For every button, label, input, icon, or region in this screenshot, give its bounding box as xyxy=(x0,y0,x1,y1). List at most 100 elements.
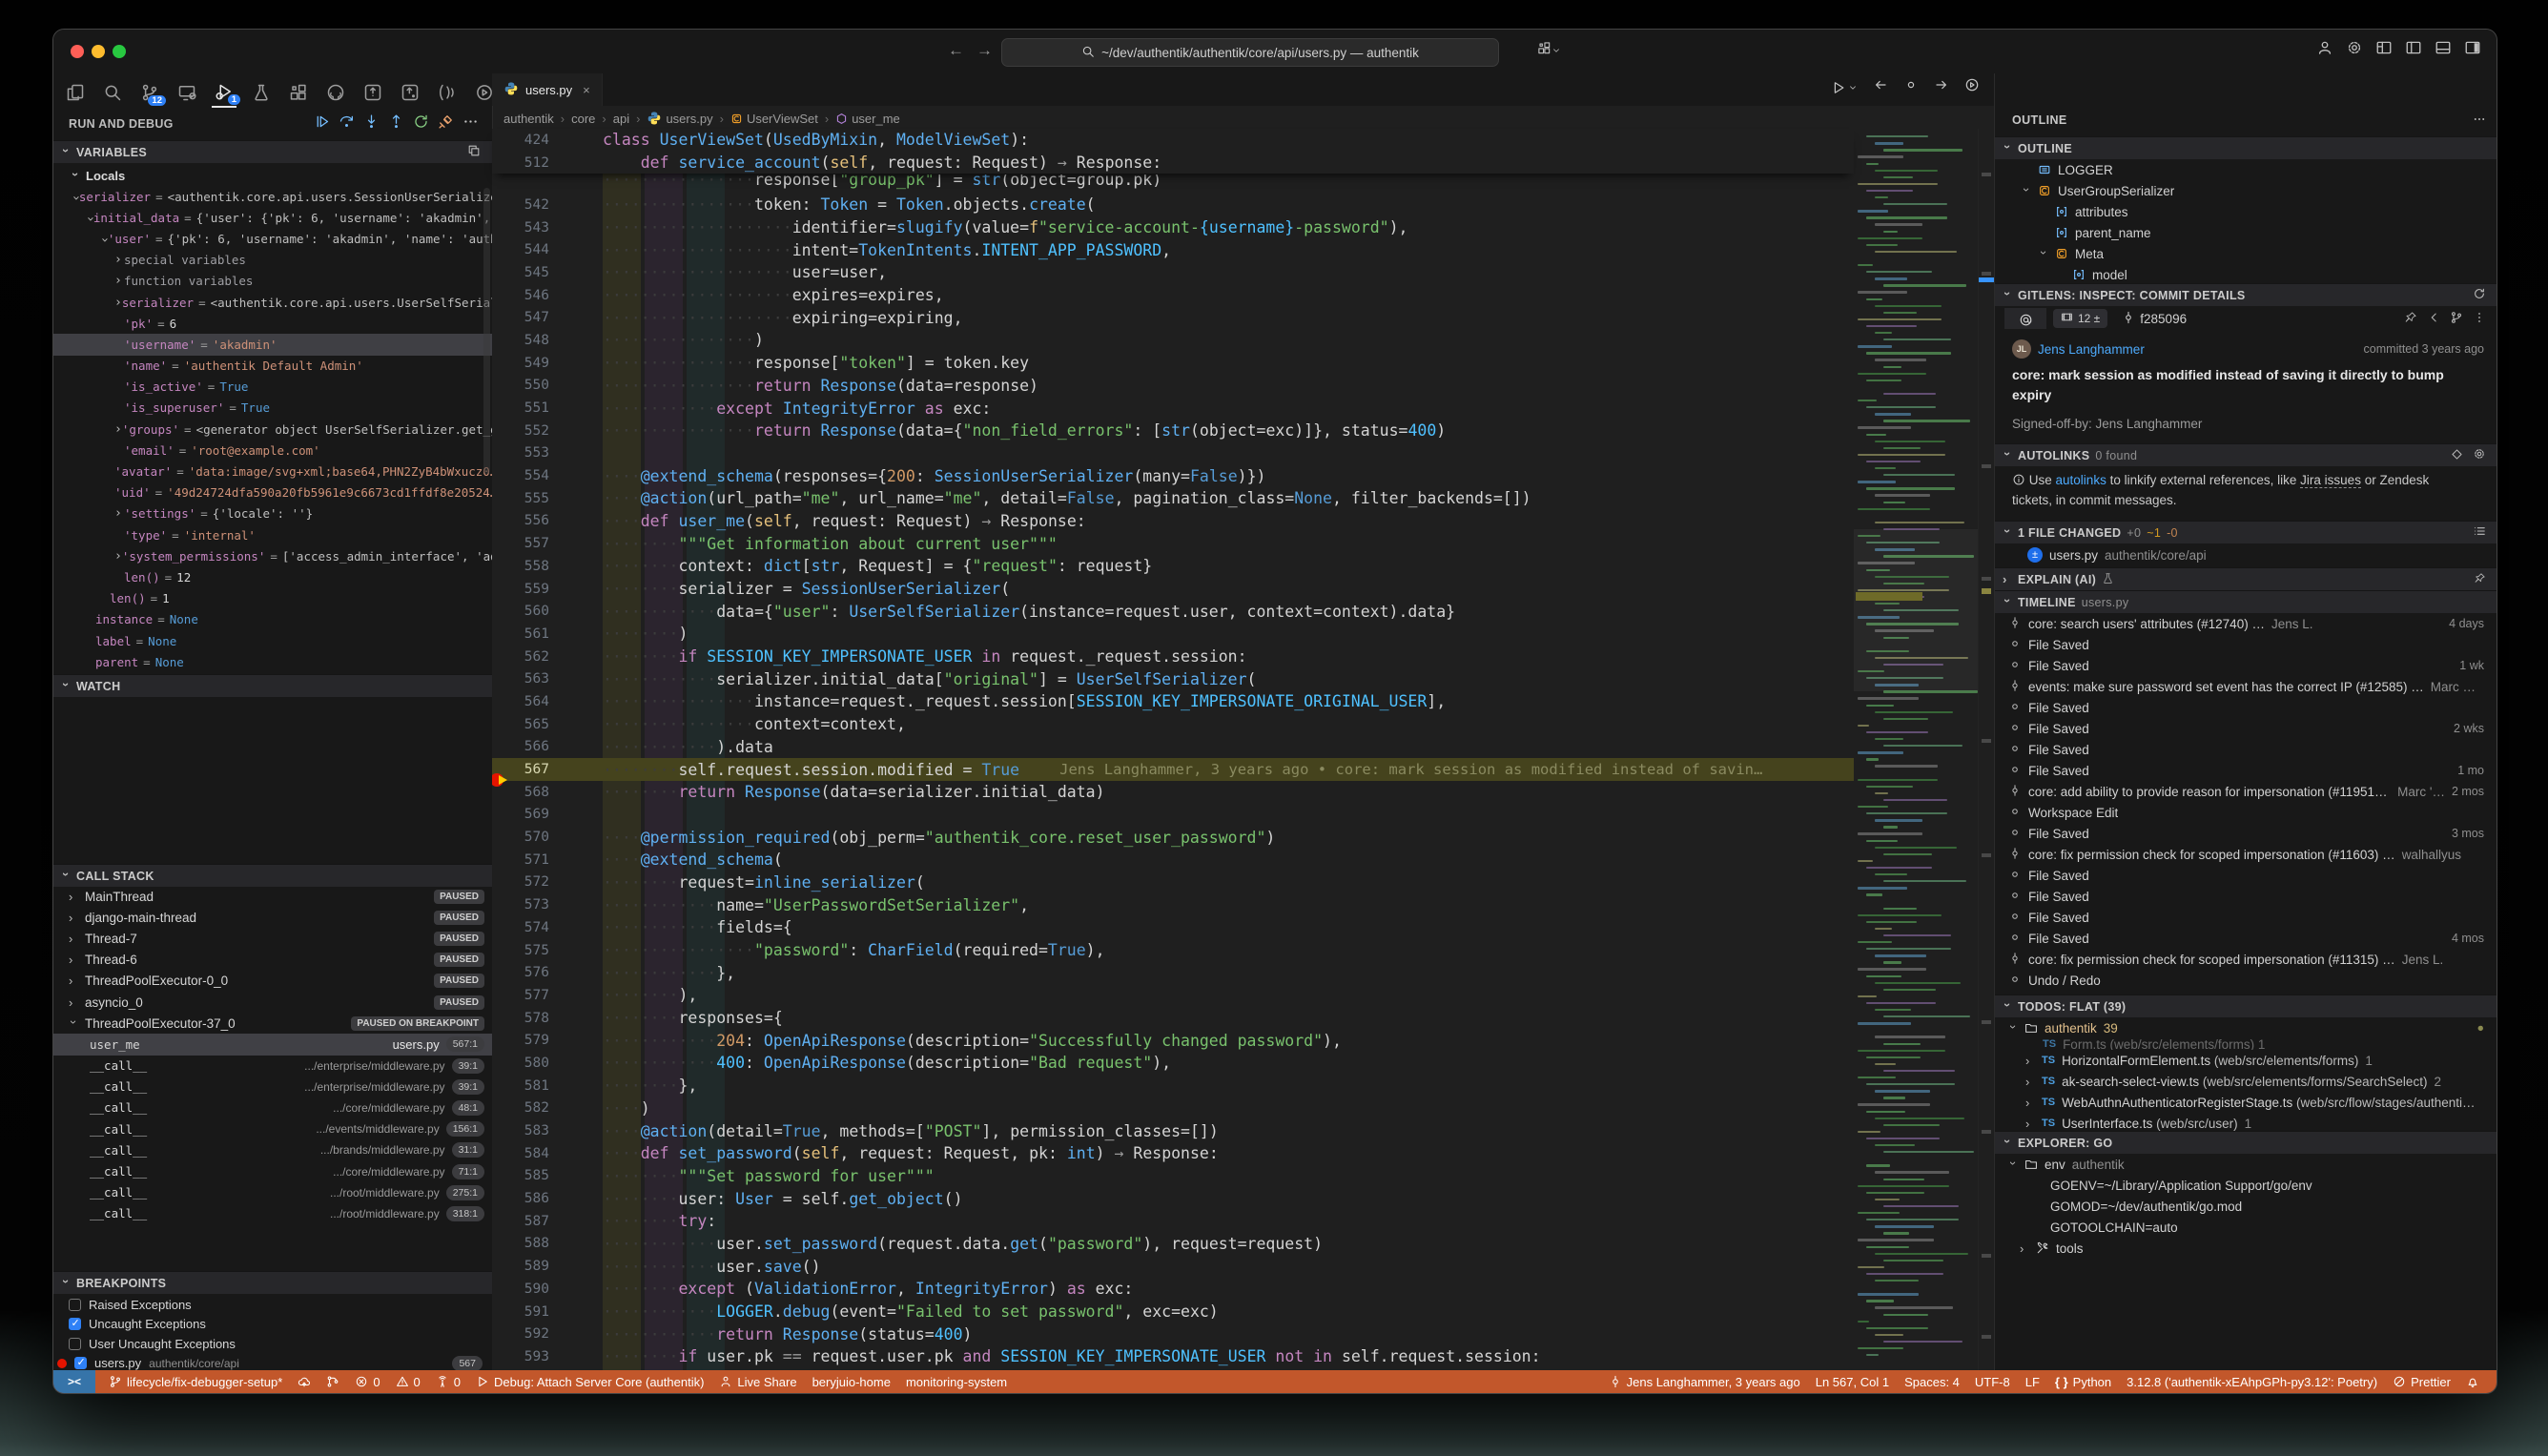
continue-button[interactable] xyxy=(314,113,330,134)
code-line[interactable]: 569 xyxy=(492,804,1854,827)
gitlens-changes-badge[interactable]: 12 ± xyxy=(2053,309,2107,328)
profile-layout-button[interactable] xyxy=(1537,41,1561,60)
variable-row[interactable]: 'name'='authentik Default Admin' xyxy=(53,356,492,377)
outline-item-UserGroupSerializer[interactable]: ›UserGroupSerializer xyxy=(1995,180,2497,201)
activity-testing[interactable] xyxy=(249,78,274,107)
view-as-list-button[interactable] xyxy=(2473,524,2486,541)
variable-row[interactable]: label=None xyxy=(53,630,492,651)
outline-item-LOGGER[interactable]: LOGGER xyxy=(1995,159,2497,180)
changed-file-row[interactable]: ± users.py authentik/core/api xyxy=(1995,544,2497,565)
status-jens-langhammer-3-years-[interactable]: Jens Langhammer, 3 years ago xyxy=(1609,1375,1800,1389)
status-bell[interactable] xyxy=(2466,1375,2479,1388)
timeline-item[interactable]: core: fix permission check for scoped im… xyxy=(1995,844,2497,865)
status-3-12-8-authentik-xeahpgp[interactable]: 3.12.8 ('authentik-xEAhpGPh-py3.12': Poe… xyxy=(2127,1375,2377,1389)
step-back-button[interactable] xyxy=(1873,77,1888,97)
go-env-var[interactable]: GOMOD=~/dev/authentik/go.mod xyxy=(1995,1196,2497,1217)
code-line[interactable]: ················response["group_pk"] = s… xyxy=(492,174,1854,194)
step-out-button[interactable] xyxy=(388,113,404,134)
variable-row[interactable]: ›'user'={'pk': 6, 'username': 'akadmin',… xyxy=(53,228,492,249)
autolinks-section-header[interactable]: ›AUTOLINKS 0 found xyxy=(1995,443,2497,466)
author-link[interactable]: Jens Langhammer xyxy=(2038,342,2145,357)
kebab-menu-button[interactable] xyxy=(2473,311,2486,327)
timeline-item[interactable]: File Saved4 mos xyxy=(1995,928,2497,949)
code-line[interactable]: 550················return Response(data=… xyxy=(492,375,1854,398)
code-line[interactable]: 580············400: OpenApiResponse(desc… xyxy=(492,1052,1854,1075)
code-line[interactable]: 560············data={"user": UserSelfSer… xyxy=(492,600,1854,623)
code-line[interactable]: 589············user.save() xyxy=(492,1255,1854,1278)
status-graph[interactable] xyxy=(326,1375,339,1388)
debug-run-button[interactable] xyxy=(1964,77,1980,97)
outline-item-parent_name[interactable]: parent_name xyxy=(1995,222,2497,243)
jira-issues-link[interactable]: Jira issues xyxy=(2300,473,2361,488)
call-stack-frame[interactable]: __call__.../root/middleware.py318:1 xyxy=(53,1203,492,1224)
activity-github-pull-requests[interactable] xyxy=(360,78,385,107)
variables-scope-locals[interactable]: ›Locals xyxy=(53,165,492,186)
code-line[interactable]: 568········return Response(data=serializ… xyxy=(492,781,1854,804)
breadcrumb-item[interactable]: user_me xyxy=(835,112,900,126)
toggle-primary-sidebar-button[interactable] xyxy=(2405,39,2422,61)
code-line[interactable]: 544····················intent=TokenInten… xyxy=(492,238,1854,261)
tab-users-py[interactable]: users.py × xyxy=(492,73,603,106)
code-line[interactable]: 583····@action(detail=True, methods=["PO… xyxy=(492,1119,1854,1142)
timeline-item[interactable]: File Saved3 mos xyxy=(1995,823,2497,844)
call-stack-thread[interactable]: ›asyncio_0PAUSED xyxy=(53,992,492,1013)
variable-row[interactable]: ›function variables xyxy=(53,271,492,292)
breadcrumb-item[interactable]: UserViewSet xyxy=(730,112,818,126)
activity-github-pr-alt[interactable] xyxy=(398,78,422,107)
refresh-button[interactable] xyxy=(2473,287,2486,303)
activity-github[interactable] xyxy=(323,78,348,107)
code-line[interactable]: 549················response["token"] = t… xyxy=(492,352,1854,375)
activity-run-and-debug[interactable]: 1 xyxy=(212,77,236,108)
code-line[interactable]: 565················context=context, xyxy=(492,713,1854,736)
variable-row[interactable]: 'avatar'='data:image/svg+xml;base64,PHN2… xyxy=(53,461,492,482)
variable-row[interactable]: ›special variables xyxy=(53,250,492,271)
variable-row[interactable]: ›'settings'={'locale': ''} xyxy=(53,503,492,524)
code-line[interactable]: 566············).data xyxy=(492,736,1854,759)
run-python-file-button[interactable] xyxy=(1831,80,1858,95)
branch-button[interactable] xyxy=(2450,311,2463,327)
status-prettier[interactable]: Prettier xyxy=(2393,1375,2451,1389)
code-line[interactable]: 570····@permission_required(obj_perm="au… xyxy=(492,826,1854,849)
code-line[interactable]: 564················instance=request._req… xyxy=(492,690,1854,713)
timeline-item[interactable]: File Saved xyxy=(1995,865,2497,886)
variable-row[interactable]: ›'system_permissions'=['access_admin_int… xyxy=(53,545,492,566)
code-line[interactable]: 554····@extend_schema(responses={200: Se… xyxy=(492,464,1854,487)
outline-section-header[interactable]: ›OUTLINE xyxy=(1995,136,2497,159)
code-line[interactable]: 558········context: dict[str, Request] =… xyxy=(492,555,1854,578)
code-line[interactable]: 545····················user=user, xyxy=(492,261,1854,284)
variables-scrollbar[interactable] xyxy=(483,188,490,474)
back-button[interactable] xyxy=(2427,311,2440,327)
account-button[interactable] xyxy=(2316,39,2333,61)
breakpoint-checkbox[interactable] xyxy=(69,1338,81,1350)
call-stack-thread[interactable]: ›django-main-threadPAUSED xyxy=(53,907,492,928)
variable-row[interactable]: len()=1 xyxy=(53,588,492,609)
call-stack-frame[interactable]: __call__.../events/middleware.py156:1 xyxy=(53,1118,492,1139)
code-line[interactable]: 548················) xyxy=(492,329,1854,352)
step-forward-button[interactable] xyxy=(1934,77,1949,97)
timeline-item[interactable]: Undo / Redo xyxy=(1995,970,2497,991)
variable-row[interactable]: instance=None xyxy=(53,609,492,630)
navigate-back-button[interactable]: ← xyxy=(948,41,964,60)
status-debug-attach-server-core[interactable]: Debug: Attach Server Core (authentik) xyxy=(476,1375,704,1389)
code-line[interactable]: 588············user.set_password(request… xyxy=(492,1233,1854,1256)
timeline-item[interactable]: core: search users' attributes (#12740) … xyxy=(1995,613,2497,634)
code-line[interactable]: 546····················expires=expires, xyxy=(492,284,1854,307)
go-env-group[interactable]: ›envauthentik xyxy=(1995,1154,2497,1175)
variable-row[interactable]: 'email'='root@example.com' xyxy=(53,440,492,461)
go-tools-group[interactable]: ›tools xyxy=(1995,1238,2497,1259)
code-line[interactable]: 561········) xyxy=(492,623,1854,646)
activity-extensions[interactable] xyxy=(286,78,311,107)
call-stack-frame[interactable]: __call__.../root/middleware.py275:1 xyxy=(53,1182,492,1203)
breadcrumb-item[interactable]: core xyxy=(571,112,595,126)
status-0[interactable]: 0 xyxy=(396,1375,421,1389)
code-line[interactable]: 592············return Response(status=40… xyxy=(492,1323,1854,1345)
call-stack-section-header[interactable]: ›CALL STACK xyxy=(53,864,492,887)
call-stack-frame[interactable]: __call__.../core/middleware.py71:1 xyxy=(53,1160,492,1181)
code-line[interactable]: 553 xyxy=(492,442,1854,465)
code-line[interactable]: 575················"password": CharField… xyxy=(492,939,1854,962)
autolinks-link[interactable]: autolinks xyxy=(2056,473,2106,487)
status-0[interactable]: 0 xyxy=(355,1375,380,1389)
call-stack-frame[interactable]: __call__.../brands/middleware.py31:1 xyxy=(53,1139,492,1160)
variable-row[interactable]: 'is_superuser'=True xyxy=(53,398,492,419)
autolink-add-button[interactable] xyxy=(2451,448,2463,463)
